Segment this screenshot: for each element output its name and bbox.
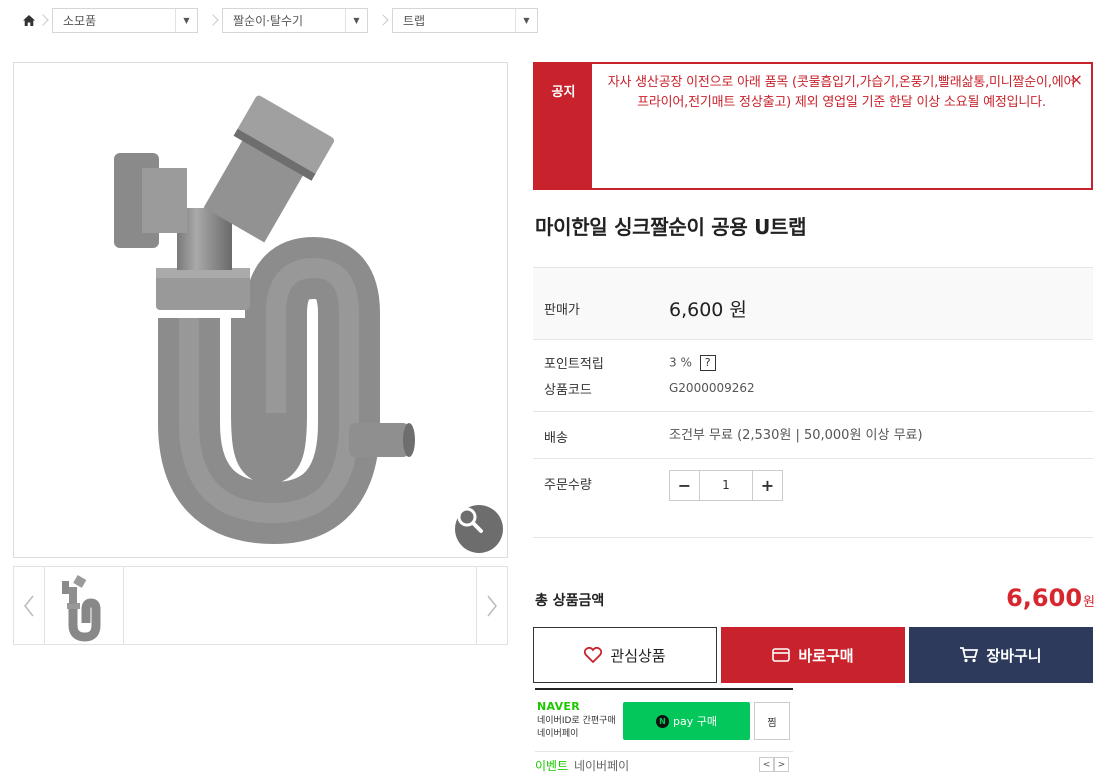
breadcrumb-separator xyxy=(378,8,392,33)
category-select-1[interactable]: 소모품 ▼ xyxy=(52,8,198,33)
event-prev-button[interactable]: < xyxy=(759,757,774,772)
breadcrumb: 소모품 ▼ 짤순이·탈수기 ▼ 트랩 ▼ xyxy=(20,8,538,33)
quantity-increase-button[interactable]: + xyxy=(753,471,782,500)
total-label: 총 상품금액 xyxy=(535,593,605,609)
price-section xyxy=(533,268,1093,339)
event-text: 네이버페이 xyxy=(573,759,630,773)
help-icon[interactable]: ? xyxy=(699,355,716,371)
event-label: 이벤트 xyxy=(535,759,569,773)
total-amount: 6,600 xyxy=(1006,584,1083,612)
wishlist-button[interactable]: 관심상품 xyxy=(533,627,717,683)
category-select-1-value: 소모품 xyxy=(63,14,97,28)
code-label: 상품코드 xyxy=(544,383,592,398)
chevron-down-icon: ▼ xyxy=(515,9,537,32)
total-price: 6,600원 xyxy=(1006,584,1095,612)
category-select-2-value: 짤순이·탈수기 xyxy=(233,14,304,28)
product-main-image xyxy=(13,62,508,558)
notice-label: 공지 xyxy=(535,64,592,188)
naver-logo: NAVER xyxy=(537,700,580,713)
quantity-stepper: − 1 + xyxy=(669,470,783,501)
cart-icon xyxy=(960,647,979,663)
quantity-decrease-button[interactable]: − xyxy=(670,471,699,500)
thumbnail-item[interactable] xyxy=(45,567,124,644)
breadcrumb-separator xyxy=(38,8,52,33)
card-icon xyxy=(772,648,791,662)
naverpay-zzim-button[interactable]: 찜 xyxy=(754,702,790,740)
close-icon[interactable]: × xyxy=(1070,70,1083,89)
home-icon[interactable] xyxy=(20,12,38,30)
sale-price: 6,600 원 xyxy=(669,299,747,321)
event-next-button[interactable]: > xyxy=(774,757,789,772)
naverpay-sub-line-2: 네이버페이 xyxy=(537,729,579,739)
heart-icon xyxy=(584,647,603,663)
category-select-3-value: 트랩 xyxy=(403,14,426,28)
shipping-value: 조건부 무료 (2,530원 | 50,000원 이상 무료) xyxy=(669,428,923,443)
price-label: 판매가 xyxy=(544,303,580,318)
shipping-label: 배송 xyxy=(544,431,568,446)
naverpay-n-icon: N xyxy=(656,714,669,728)
naverpay-buy-button[interactable]: N pay 구매 xyxy=(623,702,750,740)
quantity-input[interactable]: 1 xyxy=(699,471,753,500)
code-value: G2000009262 xyxy=(669,381,755,395)
wishlist-button-label: 관심상품 xyxy=(610,646,666,665)
naverpay-sub-line-1: 네이버ID로 간편구매 xyxy=(537,716,616,726)
category-select-3[interactable]: 트랩 ▼ xyxy=(392,8,538,33)
notice-text: 자사 생산공장 이전으로 아래 품목 (콧물흡입기,가습기,온풍기,빨래삶통,미… xyxy=(607,75,1076,110)
chevron-right-icon xyxy=(487,595,497,616)
cart-button[interactable]: 장바구니 xyxy=(909,627,1093,683)
notice-banner: 공지 자사 생산공장 이전으로 아래 품목 (콧물흡입기,가습기,온풍기,빨래삶… xyxy=(533,62,1093,190)
point-value-row: 3 % ? xyxy=(669,355,716,371)
event-pager: < > xyxy=(759,757,789,772)
cart-button-label: 장바구니 xyxy=(986,646,1042,665)
product-title: 마이한일 싱크짤순이 공용 U트랩 xyxy=(535,215,807,239)
u-trap-illustration xyxy=(114,95,415,544)
divider xyxy=(533,458,1093,459)
point-value: 3 % xyxy=(669,355,692,370)
point-label: 포인트적립 xyxy=(544,357,604,372)
quantity-label: 주문수량 xyxy=(544,478,592,493)
divider xyxy=(533,537,1093,538)
thumbnail-strip xyxy=(13,566,508,645)
naverpay-description: 네이버ID로 간편구매 네이버페이 xyxy=(537,715,616,741)
divider xyxy=(533,339,1093,340)
buy-now-button-label: 바로구매 xyxy=(798,646,854,665)
zoom-button[interactable] xyxy=(455,505,503,553)
category-select-2[interactable]: 짤순이·탈수기 ▼ xyxy=(222,8,368,33)
chevron-down-icon: ▼ xyxy=(175,9,197,32)
thumbnail-next-button[interactable] xyxy=(476,567,507,644)
chevron-left-icon xyxy=(24,595,34,616)
thumbnail-image xyxy=(62,575,101,642)
naverpay-widget: NAVER 네이버ID로 간편구매 네이버페이 N pay 구매 찜 이벤트 네… xyxy=(535,688,793,779)
search-icon xyxy=(457,507,483,533)
breadcrumb-separator xyxy=(208,8,222,33)
chevron-down-icon: ▼ xyxy=(345,9,367,32)
thumbnail-prev-button[interactable] xyxy=(14,567,45,644)
buy-now-button[interactable]: 바로구매 xyxy=(721,627,905,683)
naverpay-buy-label: pay 구매 xyxy=(673,715,717,728)
total-unit: 원 xyxy=(1083,595,1095,610)
naverpay-event-bar: 이벤트 네이버페이 < > xyxy=(535,751,793,775)
divider xyxy=(533,411,1093,412)
